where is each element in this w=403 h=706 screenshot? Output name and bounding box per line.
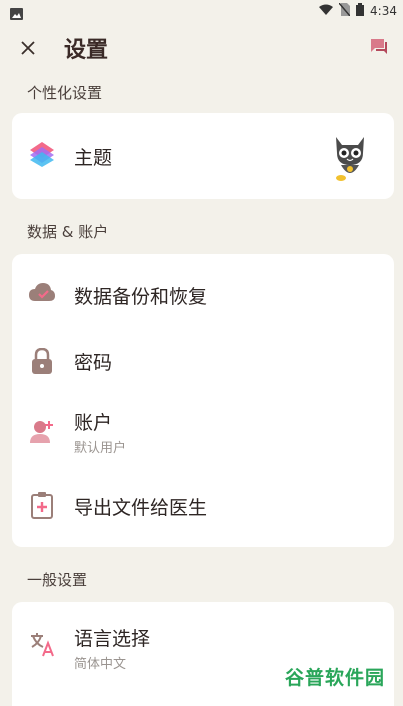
close-icon — [21, 41, 35, 55]
theme-label: 主题 — [74, 147, 113, 169]
export-row[interactable]: 导出文件给医生 — [12, 470, 394, 542]
card-personalization: 主题 — [12, 113, 394, 199]
language-subtitle: 简体中文 — [74, 657, 127, 672]
close-button[interactable] — [14, 34, 42, 62]
user-add-icon — [28, 418, 56, 446]
app-bar: 设置 — [0, 24, 403, 72]
status-bar: 4:34 — [0, 0, 403, 24]
page-title: 设置 — [64, 38, 109, 63]
account-subtitle: 默认用户 — [74, 441, 127, 456]
image-notification-icon — [10, 5, 23, 24]
section-title-personalization: 个性化设置 — [27, 84, 103, 102]
account-label: 账户 — [74, 412, 113, 434]
message-icon — [371, 39, 387, 54]
translate-icon — [28, 630, 56, 658]
wifi-icon — [319, 4, 334, 19]
theme-row[interactable]: 主题 — [12, 113, 394, 199]
account-row[interactable]: 账户 默认用户 — [12, 394, 394, 470]
card-data-account: 数据备份和恢复 密码 账户 默认用户 导出文件给医生 — [12, 254, 394, 547]
feedback-button[interactable] — [369, 36, 393, 60]
battery-icon — [356, 3, 365, 19]
section-title-general: 一般设置 — [27, 571, 88, 589]
export-label: 导出文件给医生 — [74, 497, 208, 519]
cloud-backup-icon — [28, 278, 56, 306]
section-title-data-account: 数据 & 账户 — [27, 223, 109, 241]
status-time: 4:34 — [370, 4, 397, 18]
theme-stack-icon — [28, 140, 56, 168]
language-label: 语言选择 — [74, 628, 151, 650]
medical-clipboard-icon — [28, 491, 56, 519]
password-row[interactable]: 密码 — [12, 328, 394, 394]
lock-icon — [28, 347, 56, 375]
backup-row[interactable]: 数据备份和恢复 — [12, 254, 394, 328]
watermark-logo: 谷普软件园 — [277, 660, 393, 692]
cat-mascot-icon — [330, 131, 370, 183]
backup-label: 数据备份和恢复 — [74, 286, 208, 308]
no-sim-icon — [338, 2, 351, 19]
password-label: 密码 — [74, 352, 113, 374]
